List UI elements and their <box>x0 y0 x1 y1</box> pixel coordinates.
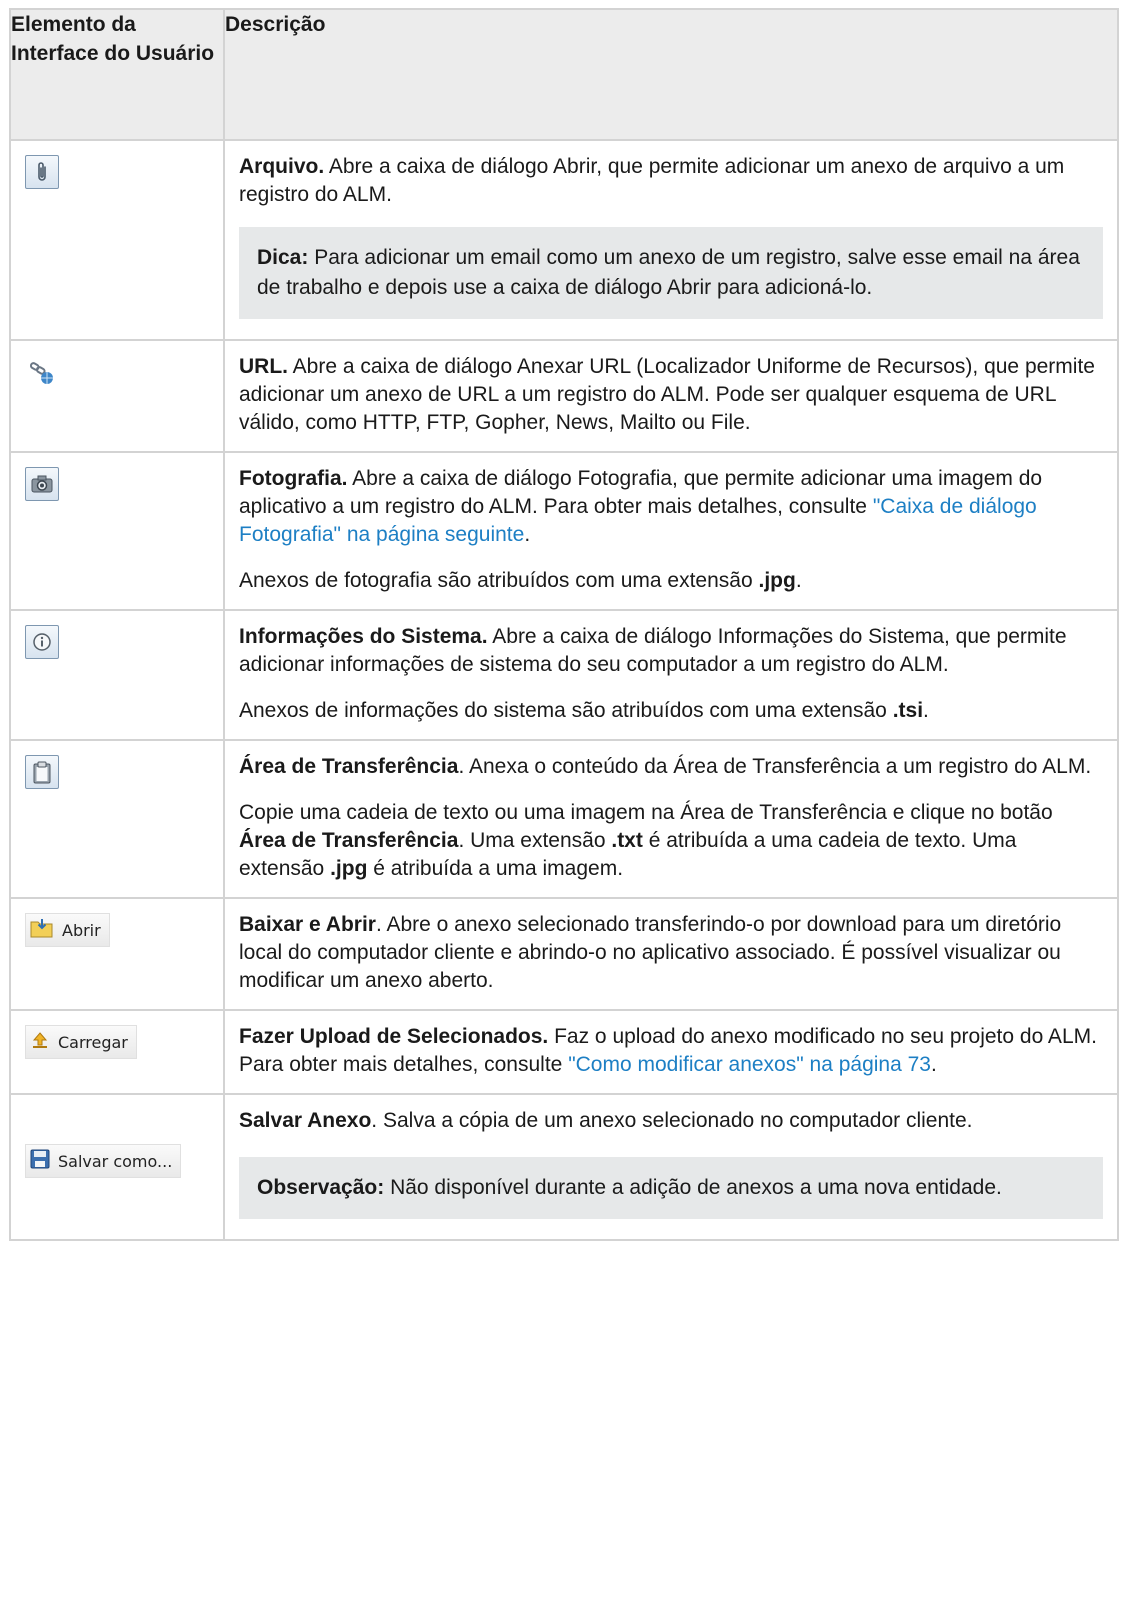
item-text: . Uma extensão <box>458 829 612 852</box>
item-text: Anexos de fotografia são atribuídos com … <box>239 569 759 592</box>
upload-button[interactable]: Carregar <box>25 1025 137 1059</box>
item-text-end: . <box>930 1053 937 1076</box>
table-row: Área de Transferência. Anexa o conteúdo … <box>9 739 1119 899</box>
description-cell: Baixar e Abrir. Abre o anexo selecionado… <box>223 897 1119 1011</box>
paperclip-icon[interactable] <box>25 155 59 189</box>
item-title: Baixar e Abrir <box>239 913 376 936</box>
note-label: Dica: <box>257 246 309 269</box>
cross-reference-link[interactable]: "Como modificar anexos" na página 73 <box>568 1053 931 1076</box>
item-text: Abre a caixa de diálogo Abrir, que permi… <box>239 155 1065 206</box>
note-label: Observação: <box>257 1176 385 1199</box>
item-text-end: . <box>923 699 929 722</box>
note-box: Observação: Não disponível durante a adi… <box>239 1157 1103 1219</box>
column-header-element: Elemento da Interface do Usuário <box>9 8 225 141</box>
table-row: Salvar como... Salvar Anexo. Salva a cóp… <box>9 1093 1119 1241</box>
open-button[interactable]: Abrir <box>25 913 110 947</box>
item-text: Anexos de informações do sistema são atr… <box>239 699 893 722</box>
button-reference: Área de Transferência <box>239 829 459 852</box>
description-cell: Informações do Sistema. Abre a caixa de … <box>223 609 1119 741</box>
note-text: Para adicionar um email como um anexo de… <box>257 246 1080 299</box>
save-as-button[interactable]: Salvar como... <box>25 1144 182 1178</box>
item-title: Salvar Anexo <box>239 1109 372 1132</box>
description-cell: Arquivo. Abre a caixa de diálogo Abrir, … <box>223 139 1119 341</box>
item-text-end: . <box>524 523 531 546</box>
item-title: Área de Transferência <box>239 755 459 778</box>
extension-label: .txt <box>611 829 643 852</box>
item-title: Fazer Upload de Selecionados. <box>239 1025 549 1048</box>
info-icon[interactable] <box>25 625 59 659</box>
description-cell: Fotografia. Abre a caixa de diálogo Foto… <box>223 451 1119 611</box>
extension-label: .tsi <box>892 699 924 722</box>
item-text: . Anexa o conteúdo da Área de Transferên… <box>458 755 1092 778</box>
folder-download-icon <box>30 918 54 942</box>
item-text-end: . <box>795 569 802 592</box>
tip-box: Dica: Para adicionar um email como um an… <box>239 227 1103 319</box>
link-globe-icon[interactable] <box>25 357 59 391</box>
description-cell: Fazer Upload de Selecionados. Faz o uplo… <box>223 1009 1119 1095</box>
ui-elements-table: Elemento da Interface do Usuário Descriç… <box>9 8 1119 1241</box>
extension-label: .jpg <box>758 569 796 592</box>
item-title: URL. <box>239 355 288 378</box>
description-cell: URL. Abre a caixa de diálogo Anexar URL … <box>223 339 1119 453</box>
table-row: Informações do Sistema. Abre a caixa de … <box>9 609 1119 741</box>
floppy-disk-icon <box>30 1149 50 1173</box>
item-text: . Salva a cópia de um anexo selecionado … <box>371 1109 973 1132</box>
camera-icon[interactable] <box>25 467 59 501</box>
extension-label: .jpg <box>330 857 368 880</box>
item-title: Arquivo. <box>239 155 325 178</box>
item-text: é atribuída a uma imagem. <box>367 857 624 880</box>
table-header-row: Elemento da Interface do Usuário Descriç… <box>9 8 1119 141</box>
description-cell: Área de Transferência. Anexa o conteúdo … <box>223 739 1119 899</box>
upload-button-label: Carregar <box>58 1032 128 1052</box>
table-row: URL. Abre a caixa de diálogo Anexar URL … <box>9 339 1119 453</box>
item-text: Copie uma cadeia de texto ou uma imagem … <box>239 801 1053 824</box>
description-cell: Salvar Anexo. Salva a cópia de um anexo … <box>223 1093 1119 1241</box>
table-row: Abrir Baixar e Abrir. Abre o anexo selec… <box>9 897 1119 1011</box>
upload-arrow-icon <box>30 1031 50 1053</box>
item-title: Informações do Sistema. <box>239 625 488 648</box>
table-row: Arquivo. Abre a caixa de diálogo Abrir, … <box>9 139 1119 341</box>
table-row: Carregar Fazer Upload de Selecionados. F… <box>9 1009 1119 1095</box>
note-text: Não disponível durante a adição de anexo… <box>384 1176 1002 1199</box>
open-button-label: Abrir <box>62 920 101 940</box>
item-title: Fotografia. <box>239 467 348 490</box>
item-text: Abre a caixa de diálogo Anexar URL (Loca… <box>239 355 1095 434</box>
save-as-button-label: Salvar como... <box>58 1151 173 1171</box>
column-header-description: Descrição <box>223 8 1119 141</box>
clipboard-icon[interactable] <box>25 755 59 789</box>
table-row: Fotografia. Abre a caixa de diálogo Foto… <box>9 451 1119 611</box>
